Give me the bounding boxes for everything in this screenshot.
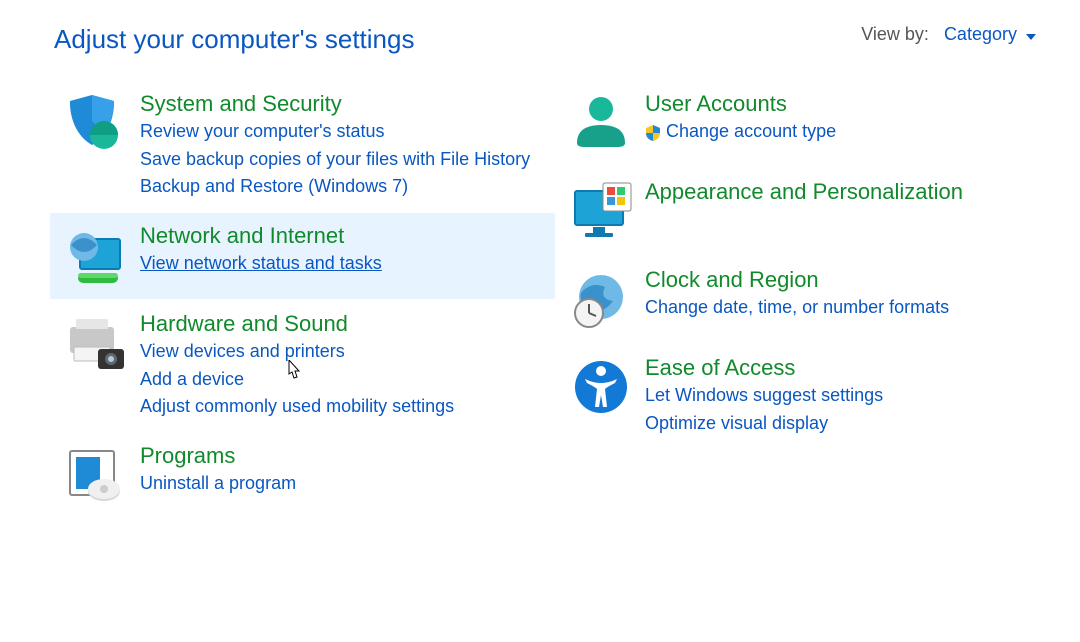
link-text: Change account type — [666, 121, 836, 141]
category-title[interactable]: Programs — [140, 443, 545, 469]
link-mobility[interactable]: Adjust commonly used mobility settings — [140, 394, 545, 419]
globe-clock-icon — [561, 267, 641, 333]
left-column: System and Security Review your computer… — [50, 81, 555, 521]
category-text: Hardware and Sound View devices and prin… — [136, 311, 545, 421]
category-title[interactable]: Ease of Access — [645, 355, 1050, 381]
category-text: Network and Internet View network status… — [136, 223, 545, 279]
link-backup-restore[interactable]: Backup and Restore (Windows 7) — [140, 174, 545, 199]
link-change-account[interactable]: Change account type — [645, 119, 1050, 144]
category-title[interactable]: User Accounts — [645, 91, 1050, 117]
category-appearance[interactable]: Appearance and Personalization — [555, 169, 1060, 255]
category-title[interactable]: Network and Internet — [140, 223, 545, 249]
content: System and Security Review your computer… — [0, 61, 1080, 521]
category-ease-access[interactable]: Ease of Access Let Windows suggest setti… — [555, 345, 1060, 448]
link-file-history[interactable]: Save backup copies of your files with Fi… — [140, 147, 545, 172]
right-column: User Accounts Change account type — [555, 81, 1060, 521]
category-title[interactable]: Appearance and Personalization — [645, 179, 1050, 205]
category-title[interactable]: Hardware and Sound — [140, 311, 545, 337]
category-text: Programs Uninstall a program — [136, 443, 545, 499]
category-title[interactable]: Clock and Region — [645, 267, 1050, 293]
uac-shield-icon — [645, 125, 661, 141]
link-date-time[interactable]: Change date, time, or number formats — [645, 295, 1050, 320]
accessibility-icon — [561, 355, 641, 421]
chevron-down-icon — [1026, 34, 1036, 40]
programs-icon — [56, 443, 136, 509]
link-suggest[interactable]: Let Windows suggest settings — [645, 383, 1050, 408]
link-devices-printers[interactable]: View devices and printers — [140, 339, 545, 364]
category-hardware-sound[interactable]: Hardware and Sound View devices and prin… — [50, 301, 555, 431]
monitor-tiles-icon — [561, 179, 641, 245]
category-text: Ease of Access Let Windows suggest setti… — [641, 355, 1050, 438]
category-text: Appearance and Personalization — [641, 179, 1050, 207]
shield-icon — [56, 91, 136, 157]
category-network-internet[interactable]: Network and Internet View network status… — [50, 213, 555, 299]
viewby-value: Category — [944, 24, 1017, 44]
link-review-status[interactable]: Review your computer's status — [140, 119, 545, 144]
link-add-device[interactable]: Add a device — [140, 367, 545, 392]
category-programs[interactable]: Programs Uninstall a program — [50, 433, 555, 519]
viewby-selector[interactable]: View by: Category — [861, 24, 1036, 45]
category-system-security[interactable]: System and Security Review your computer… — [50, 81, 555, 211]
link-uninstall[interactable]: Uninstall a program — [140, 471, 545, 496]
category-text: Clock and Region Change date, time, or n… — [641, 267, 1050, 323]
user-icon — [561, 91, 641, 157]
page-title: Adjust your computer's settings — [54, 24, 414, 55]
category-clock-region[interactable]: Clock and Region Change date, time, or n… — [555, 257, 1060, 343]
category-title[interactable]: System and Security — [140, 91, 545, 117]
network-icon — [56, 223, 136, 289]
category-text: System and Security Review your computer… — [136, 91, 545, 201]
link-optimize[interactable]: Optimize visual display — [645, 411, 1050, 436]
header: Adjust your computer's settings View by:… — [0, 0, 1080, 61]
printer-camera-icon — [56, 311, 136, 377]
category-user-accounts[interactable]: User Accounts Change account type — [555, 81, 1060, 167]
link-view-network[interactable]: View network status and tasks — [140, 251, 545, 276]
viewby-label: View by: — [861, 24, 929, 44]
category-text: User Accounts Change account type — [641, 91, 1050, 147]
